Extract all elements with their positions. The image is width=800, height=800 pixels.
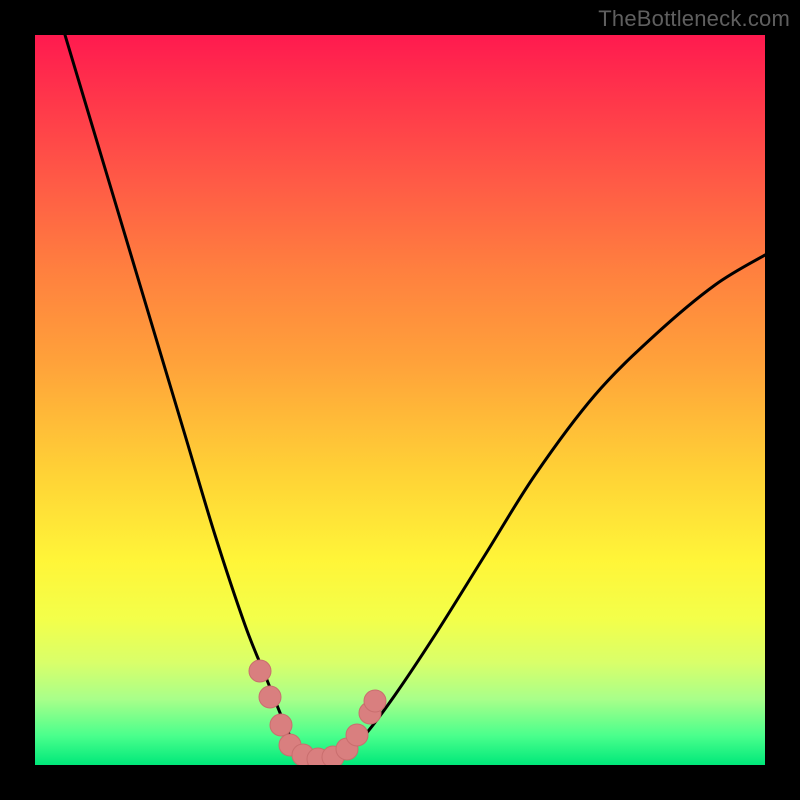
trough-marker [270,714,292,736]
trough-marker [249,660,271,682]
curve-svg [35,35,765,765]
trough-marker [259,686,281,708]
trough-markers [249,660,386,765]
chart-frame: TheBottleneck.com [0,0,800,800]
bottleneck-curve [65,35,765,761]
trough-marker [364,690,386,712]
chart-plot-area [35,35,765,765]
trough-marker [346,724,368,746]
watermark-text: TheBottleneck.com [598,6,790,32]
